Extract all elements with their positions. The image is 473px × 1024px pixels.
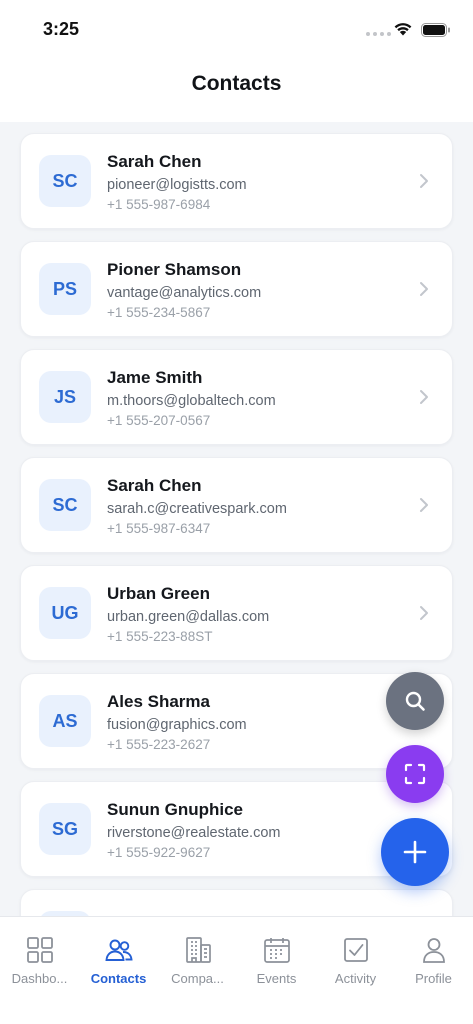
chevron-right-icon bbox=[420, 282, 428, 296]
tab-companies[interactable]: Compa... bbox=[158, 917, 237, 997]
contact-phone: +1 555-223-88ST bbox=[107, 629, 213, 644]
contact-email: pioneer@logistts.com bbox=[107, 177, 247, 193]
contact-card[interactable]: PS Pioner Shamson vantage@analytics.com +1 … bbox=[20, 241, 453, 337]
battery-icon bbox=[421, 23, 450, 37]
plus-icon bbox=[403, 840, 427, 864]
scan-button[interactable] bbox=[386, 745, 444, 803]
scan-icon bbox=[404, 763, 426, 785]
checkbox-icon bbox=[343, 938, 368, 962]
contact-card[interactable]: SC Sarah Chen sarah.c@creativespark.com +1 … bbox=[20, 457, 453, 553]
contact-card[interactable]: SC Sarah Chen pioneer@logistts.com +1 555-9… bbox=[20, 133, 453, 229]
contact-name: Urban Green bbox=[107, 584, 210, 603]
contact-name: Ales Sharma bbox=[107, 692, 210, 711]
tab-label: Profile bbox=[415, 971, 452, 986]
contact-email: fusion@graphics.com bbox=[107, 717, 247, 733]
tab-dashboard[interactable]: Dashbo... bbox=[0, 917, 79, 997]
tab-profile[interactable]: Profile bbox=[394, 917, 473, 997]
avatar: SC bbox=[39, 479, 91, 531]
person-icon bbox=[422, 938, 445, 963]
chevron-right-icon bbox=[420, 606, 428, 620]
avatar: SC bbox=[39, 155, 91, 207]
contact-phone: +1 555-987-6984 bbox=[107, 197, 211, 212]
search-icon bbox=[405, 691, 425, 711]
contact-phone: +1 555-922-9627 bbox=[107, 845, 211, 860]
contact-email: riverstone@realestate.com bbox=[107, 825, 281, 841]
contact-email: sarah.c@creativespark.com bbox=[107, 501, 287, 517]
chevron-right-icon bbox=[420, 174, 428, 188]
tab-bar: Dashbo... Contacts Compa... Events Activ… bbox=[0, 916, 473, 1024]
contact-email: urban.green@dallas.com bbox=[107, 609, 270, 625]
add-contact-button[interactable] bbox=[381, 818, 449, 886]
contact-card-partial[interactable] bbox=[20, 889, 453, 916]
tab-contacts[interactable]: Contacts bbox=[79, 917, 158, 997]
tab-label: Activity bbox=[334, 971, 377, 986]
chevron-right-icon bbox=[420, 498, 428, 512]
tab-label: Events bbox=[256, 971, 297, 986]
nav-header: Contacts bbox=[0, 58, 473, 122]
tab-label: Dashbo... bbox=[11, 971, 68, 986]
page-title: Contacts bbox=[191, 72, 282, 95]
contact-phone: +1 555-987-6347 bbox=[107, 521, 211, 536]
tab-label: Contacts bbox=[90, 971, 147, 986]
avatar: JS bbox=[39, 371, 91, 423]
contact-name: Jame Smith bbox=[107, 368, 203, 387]
contact-name: Pioner Shamson bbox=[107, 260, 242, 279]
wifi-icon bbox=[394, 23, 412, 36]
contact-phone: +1 555-207-0567 bbox=[107, 413, 211, 428]
status-bar: 3:25 bbox=[0, 0, 473, 58]
building-icon bbox=[185, 937, 211, 963]
contact-name: Sarah Chen bbox=[107, 152, 202, 171]
tab-label: Compa... bbox=[171, 971, 224, 986]
status-time: 3:25 bbox=[43, 19, 80, 39]
contact-name: Sunun Gnuphice bbox=[107, 800, 243, 819]
avatar: SG bbox=[39, 803, 91, 855]
contact-email: m.thoors@globaltech.com bbox=[107, 393, 276, 409]
search-button[interactable] bbox=[386, 672, 444, 730]
contact-phone: +1 555-223-2627 bbox=[107, 737, 211, 752]
chevron-right-icon bbox=[420, 390, 428, 404]
avatar: UG bbox=[39, 587, 91, 639]
contact-phone: +1 555-234-5867 bbox=[107, 305, 211, 320]
avatar: PS bbox=[39, 263, 91, 315]
contact-card[interactable]: JS Jame Smith m.thoors@globaltech.com +1 55… bbox=[20, 349, 453, 445]
tab-events[interactable]: Events bbox=[237, 917, 316, 997]
avatar: AS bbox=[39, 695, 91, 747]
contacts-icon bbox=[104, 939, 133, 961]
calendar-icon bbox=[263, 938, 290, 963]
contact-email: vantage@analytics.com bbox=[107, 285, 262, 301]
signal-icon bbox=[366, 32, 391, 36]
contact-name: Sarah Chen bbox=[107, 476, 202, 495]
dashboard-icon bbox=[26, 937, 53, 963]
contact-card[interactable]: UG Urban Green urban.green@dallas.com +1 55… bbox=[20, 565, 453, 661]
tab-activity[interactable]: Activity bbox=[316, 917, 395, 997]
